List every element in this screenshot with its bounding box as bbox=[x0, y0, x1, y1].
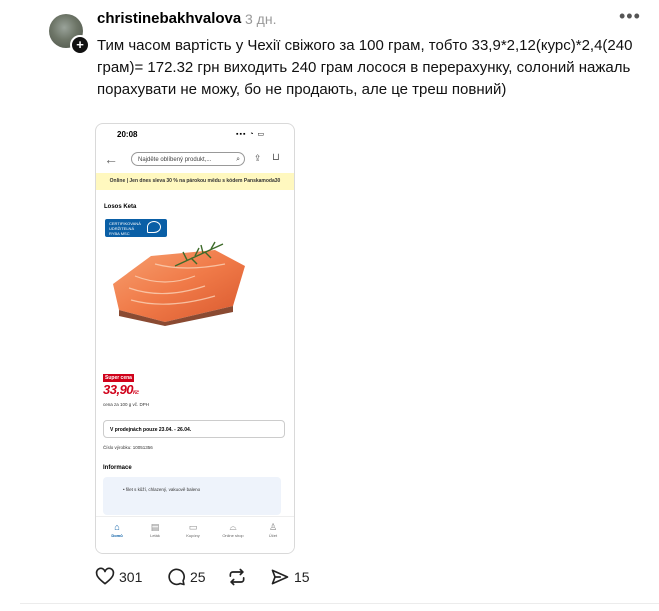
price: 33,90Kč bbox=[103, 382, 139, 397]
thread-post: + christinebakhvalova 3 дн. ••• Тим часо… bbox=[0, 0, 659, 611]
info-heading: Informace bbox=[103, 465, 132, 471]
phone-search-field: Najděte oblíbený produkt,... ⌕ bbox=[131, 152, 245, 166]
comment-count: 25 bbox=[190, 569, 206, 585]
account-icon: ♙ bbox=[268, 522, 278, 532]
phone-time: 20:08 bbox=[117, 130, 138, 139]
heart-icon bbox=[95, 567, 115, 585]
username[interactable]: christinebakhvalova bbox=[97, 10, 241, 27]
post-time: 3 дн. bbox=[245, 11, 277, 27]
nav-label: Účet bbox=[268, 533, 278, 538]
repost-button[interactable] bbox=[227, 565, 247, 589]
msc-fish-mark-icon bbox=[147, 221, 161, 233]
search-icon: ⌕ bbox=[236, 156, 240, 163]
info-bullet: • filet s kůží, chlazený, vakuově balenо bbox=[123, 487, 201, 492]
attached-screenshot[interactable]: 20:08 ▪▪▪ ◔ ▭ ← Najděte oblíbený produkt… bbox=[95, 123, 295, 554]
nav-home: ⌂ Domů bbox=[102, 521, 132, 538]
cart-icon: ⊔ bbox=[272, 152, 280, 163]
nav-label: Leták bbox=[150, 533, 160, 538]
nav-online-shop: ⌓ Online shop bbox=[218, 521, 248, 538]
product-title: Losos Keta bbox=[104, 204, 137, 210]
msc-label: CERTIFIKOVANÁ UDRŽITELNÁ RYBA MSC bbox=[109, 221, 141, 236]
nav-account: ♙ Účet bbox=[258, 521, 288, 538]
promo-banner: Online | Jen dnes sleva 30 % na párokou … bbox=[96, 173, 294, 190]
phone-search-placeholder: Najděte oblíbený produkt,... bbox=[138, 157, 212, 163]
send-icon bbox=[271, 569, 289, 585]
repost-icon bbox=[229, 568, 245, 586]
comment-icon bbox=[168, 568, 185, 586]
availability-box: V prodejnách pouze 23.04. - 26.04. bbox=[103, 420, 285, 438]
price-currency: Kč bbox=[133, 390, 139, 396]
post-text: Тим часом вартість у Чехії свіжого за 10… bbox=[97, 37, 633, 98]
product-code: Číslo výrobku: 10051356 bbox=[103, 445, 153, 450]
nav-label: Online shop bbox=[222, 533, 244, 538]
info-box: • filet s kůží, chlazený, vakuově balenо bbox=[103, 477, 281, 515]
phone-status-icons: ▪▪▪ ◔ ▭ bbox=[236, 131, 266, 138]
coupon-icon: ▭ bbox=[188, 522, 198, 532]
phone-bottom-nav: ⌂ Domů ▤ Leták ▭ Kupóny ⌓ Online shop ♙ … bbox=[96, 516, 294, 553]
nav-label: Domů bbox=[111, 533, 123, 538]
share-count: 15 bbox=[294, 569, 310, 585]
more-options-icon[interactable]: ••• bbox=[619, 6, 641, 27]
follow-plus-icon[interactable]: + bbox=[70, 35, 90, 55]
nav-leaflet: ▤ Leták bbox=[140, 521, 170, 538]
phone-status-bar: 20:08 ▪▪▪ ◔ ▭ bbox=[96, 124, 294, 146]
leaflet-icon: ▤ bbox=[150, 522, 160, 532]
share-button[interactable]: 15 bbox=[270, 565, 310, 589]
like-button[interactable]: 301 bbox=[95, 565, 142, 589]
home-icon: ⌂ bbox=[114, 522, 120, 532]
price-value: 33,90 bbox=[103, 382, 134, 397]
nav-label: Kupóny bbox=[186, 533, 200, 538]
post-divider bbox=[20, 603, 659, 604]
bag-icon: ⌓ bbox=[229, 522, 237, 532]
super-price-badge: Super cena bbox=[103, 374, 134, 382]
back-arrow-icon: ← bbox=[104, 151, 118, 167]
unit-price-note: cena za 100 g vč. DPH bbox=[103, 402, 150, 407]
share-icon: ⇪ bbox=[254, 153, 262, 163]
comment-button[interactable]: 25 bbox=[166, 565, 206, 589]
nav-coupons: ▭ Kupóny bbox=[178, 521, 208, 538]
salmon-fillet-image bbox=[113, 241, 245, 326]
like-count: 301 bbox=[119, 569, 143, 585]
msc-logo: CERTIFIKOVANÁ UDRŽITELNÁ RYBA MSC bbox=[105, 219, 167, 237]
